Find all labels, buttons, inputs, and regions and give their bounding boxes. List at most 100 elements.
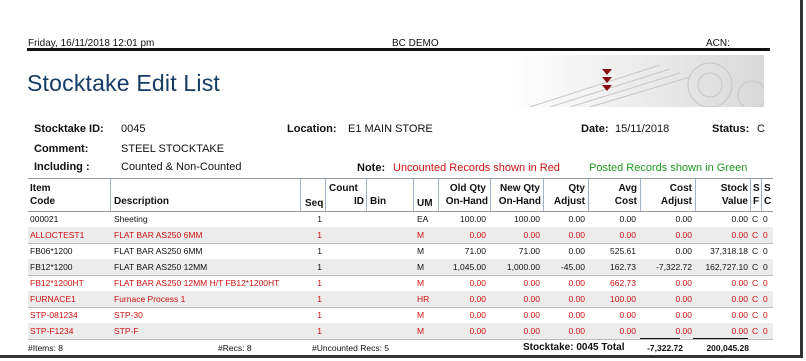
note-posted: Posted Records shown in Green	[589, 162, 748, 174]
col-s2: S	[764, 183, 771, 194]
cell-description: STP-F	[114, 326, 139, 336]
total-cost-adjust: -7,322.72	[647, 343, 683, 353]
cell-s: C	[752, 214, 759, 224]
cell-stock-value: 0.00	[731, 326, 748, 336]
date-label: Date:	[581, 123, 609, 135]
total-rule-value	[693, 338, 748, 339]
page-title: Stocktake Edit List	[27, 70, 220, 96]
cell-new-qty: 100.00	[514, 214, 540, 224]
cell-qty-adjust: 0.00	[568, 278, 585, 288]
col-qty-adjust-1: Qty	[568, 183, 585, 194]
including-value: Counted & Non-Counted	[121, 161, 242, 173]
cell-description: Furnace Process 1	[114, 294, 186, 304]
col-count-id-2: ID	[354, 196, 364, 207]
cell-cost-adjust: 0.00	[675, 230, 692, 240]
table-header: Item Code Description Seq Count ID Bin U…	[28, 178, 773, 212]
uncounted-count: #Uncounted Recs: 5	[312, 343, 390, 353]
col-cost-adjust-2: Adjust	[660, 196, 692, 207]
col-stock-value-1: Stock	[720, 183, 748, 194]
cell-old-qty: 1,045.00	[452, 262, 486, 272]
cell-seq: 1	[317, 310, 322, 320]
col-c2: C	[764, 196, 772, 207]
location-label: Location:	[287, 123, 337, 135]
cell-um: M	[417, 246, 425, 256]
cell-description: STP-30	[114, 310, 143, 320]
cell-avg-cost: 0.00	[619, 230, 636, 240]
cell-qty-adjust: -45.00	[560, 262, 585, 272]
cell-avg-cost: 0.00	[619, 326, 636, 336]
cell-um: M	[417, 326, 425, 336]
cell-qty-adjust: 0.00	[568, 294, 585, 304]
cell-old-qty: 0.00	[469, 278, 486, 288]
cell-avg-cost: 100.00	[610, 294, 636, 304]
col-qty-adjust-2: Adjust	[553, 196, 585, 207]
comment-value: STEEL STOCKTAKE	[121, 143, 225, 155]
table-row: STP-081234 STP-30 1 M 0.00 0.00 0.00 0.00 0.00 0.…	[28, 307, 773, 324]
cell-um: M	[417, 230, 425, 240]
cell-old-qty: 100.00	[460, 214, 486, 224]
cell-s: C	[752, 326, 759, 336]
cell-cost-adjust: -7,322.72	[656, 262, 692, 272]
cell-avg-cost: 662.73	[610, 278, 636, 288]
total-rule-cost	[640, 338, 680, 339]
cell-f: 0	[763, 326, 768, 336]
cell-um: M	[417, 262, 425, 272]
col-um: UM	[417, 198, 433, 209]
cell-stock-value: 0.00	[731, 310, 748, 320]
cell-item-code: 000021	[30, 214, 59, 224]
cell-old-qty: 0.00	[469, 326, 486, 336]
cell-avg-cost: 525.61	[610, 246, 636, 256]
including-label: Including :	[34, 161, 90, 173]
col-bin: Bin	[370, 196, 387, 207]
col-stock-value-2: Value	[721, 196, 748, 207]
cell-old-qty: 0.00	[469, 294, 486, 304]
stocktake-id-label: Stocktake ID:	[34, 123, 104, 135]
cell-new-qty: 0.00	[523, 294, 540, 304]
table-row: FURNACE1 Furnace Process 1 1 HR 0.00 0.00 0.00…	[28, 291, 773, 308]
cell-item-code: STP-F1234	[30, 326, 74, 336]
cell-new-qty: 1,000.00	[506, 262, 540, 272]
cell-stock-value: 0.00	[731, 278, 748, 288]
cell-f: 0	[763, 262, 768, 272]
table-row: ALLOCTEST1 FLAT BAR AS250 6MM 1 M 0.00 0.00 0.…	[28, 227, 773, 244]
cell-new-qty: 71.00	[518, 246, 540, 256]
cell-qty-adjust: 0.00	[568, 326, 585, 336]
note-uncounted: Uncounted Records shown in Red	[393, 162, 560, 174]
cell-old-qty: 0.00	[469, 310, 486, 320]
col-avg-cost-1: Avg	[618, 183, 637, 194]
cell-item-code: FB12*1200HT	[30, 278, 84, 288]
cell-qty-adjust: 0.00	[568, 310, 585, 320]
cell-s: C	[752, 230, 759, 240]
header-rule	[27, 48, 770, 51]
cell-um: HR	[417, 294, 430, 304]
comment-label: Comment:	[34, 143, 89, 155]
table-row: 000021 Sheeting 1 EA 100.00 100.00 0.00 0.00 0.0…	[28, 211, 773, 228]
cell-f: 0	[763, 214, 768, 224]
cell-qty-adjust: 0.00	[568, 214, 585, 224]
cell-item-code: FB12*1200	[30, 262, 73, 272]
col-new-qty-1: New Qty	[499, 183, 540, 194]
cell-avg-cost: 0.00	[619, 310, 636, 320]
cell-description: FLAT BAR AS250 6MM	[114, 230, 203, 240]
col-avg-cost-2: Cost	[614, 196, 637, 207]
col-item-code-1: Item	[30, 183, 51, 194]
cell-old-qty: 71.00	[464, 246, 486, 256]
cell-um: M	[417, 278, 425, 288]
cell-s: C	[752, 262, 759, 272]
cell-item-code: FB06*1200	[30, 246, 73, 256]
cell-s: C	[752, 246, 759, 256]
recs-count: #Recs: 8	[218, 343, 252, 353]
date-value: 15/11/2018	[615, 123, 670, 135]
cell-seq: 1	[317, 326, 322, 336]
cell-s: C	[752, 310, 759, 320]
cell-cost-adjust: 0.00	[675, 294, 692, 304]
total-stock-value: 200,045.28	[706, 343, 749, 353]
cell-description: FLAT BAR AS250 6MM	[114, 246, 203, 256]
cell-description: Sheeting	[114, 214, 148, 224]
cell-um: M	[417, 310, 425, 320]
cell-f: 0	[763, 230, 768, 240]
cell-new-qty: 0.00	[523, 326, 540, 336]
table-row: FB06*1200 FLAT BAR AS250 6MM 1 M 71.00 71.00 0…	[28, 243, 773, 260]
table-row: FB12*1200 FLAT BAR AS250 12MM 1 M 1,045.00 1,…	[28, 259, 773, 276]
cell-qty-adjust: 0.00	[568, 246, 585, 256]
